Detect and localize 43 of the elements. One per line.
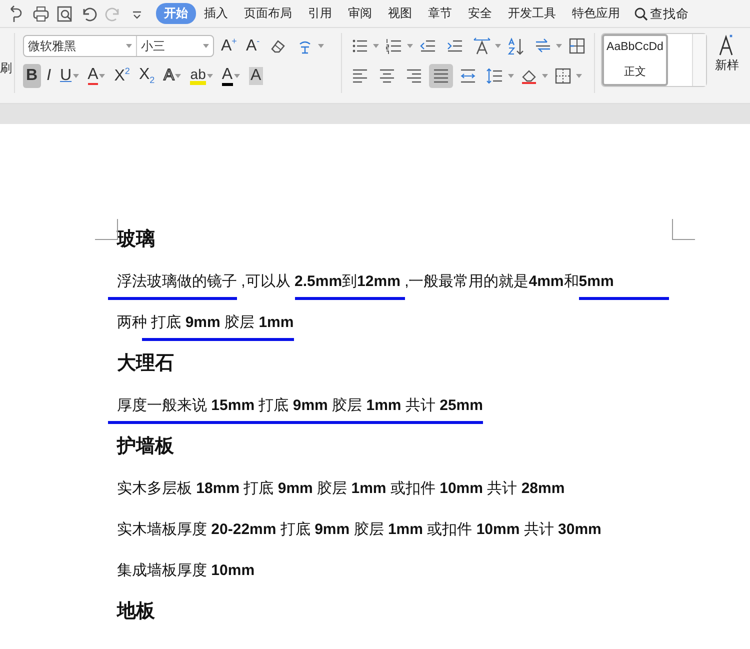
ribbon-tab[interactable]: 安全 (460, 3, 500, 24)
body-text: 浮法玻璃做的镜子 ,可以从 2.5mm到12mm ,一般最常用的就是4mm和5mm (108, 261, 669, 302)
section-heading: 护墙板 (117, 434, 174, 459)
font-size-dropdown[interactable]: 小三 (137, 36, 213, 56)
format-button[interactable]: B (23, 64, 41, 88)
format-button[interactable]: A (84, 64, 108, 88)
ribbon-tab[interactable]: 插入 (196, 3, 236, 24)
body-text: 两种 打底 9mm 胶层 1mm (108, 302, 294, 343)
section-heading: 大理石 (117, 352, 174, 376)
section-heading: 地板 (117, 600, 155, 624)
format-painter-label[interactable]: 刷 (0, 60, 14, 77)
section-heading: 玻璃 (117, 228, 155, 252)
format-button[interactable]: A$^{-}$ (242, 34, 263, 58)
format-button[interactable]: A (218, 64, 243, 88)
margin-corner-mark (95, 219, 118, 240)
ribbon-tab[interactable]: 章节 (420, 3, 460, 24)
style-preview[interactable]: AaBbCcDd 正文 (602, 34, 668, 86)
format-button[interactable]: X$_{2}$ (136, 64, 158, 88)
ribbon-tab[interactable]: 页面布局 (236, 3, 300, 24)
ribbon-tab[interactable]: 特色应用 (564, 3, 628, 24)
justify-icon[interactable] (429, 64, 453, 88)
format-button[interactable]: X$^{2}$ (111, 64, 133, 88)
ribbon-tab[interactable]: 视图 (380, 3, 420, 24)
format-button[interactable]: I (44, 64, 54, 88)
new-style-button[interactable]: 新样 (715, 33, 739, 93)
body-text: 实木多层板 18mm 打底 9mm 胶层 1mm 或扣件 10mm 共计 28mm (116, 479, 565, 499)
body-text: 厚度一般来说 15mm 打底 9mm 胶层 1mm 共计 25mm (108, 385, 483, 426)
ribbon-tab[interactable]: 审阅 (340, 3, 380, 24)
search-field[interactable]: 查找命 (634, 6, 694, 20)
format-button[interactable]: ab (187, 64, 216, 88)
margin-corner-mark (672, 219, 695, 240)
format-button[interactable]: A (160, 64, 184, 88)
format-button[interactable]: A$^{+}$ (218, 34, 240, 58)
print-icon[interactable] (32, 4, 50, 22)
ribbon-tab[interactable]: 开发工具 (500, 3, 564, 24)
body-text: 实木墙板厚度 20-22mm 打底 9mm 胶层 1mm 或扣件 10mm 共计 30mm (116, 520, 602, 540)
gallery-scrollbar[interactable] (692, 34, 706, 86)
body-text: 集成墙板厚度 10mm (116, 561, 255, 581)
ribbon-tab[interactable]: 引用 (300, 3, 340, 24)
font-dropdown[interactable]: 微软雅黑 (24, 36, 137, 56)
search-icon (634, 6, 648, 20)
print-preview-icon[interactable] (56, 4, 74, 22)
format-button[interactable]: U (57, 64, 82, 88)
